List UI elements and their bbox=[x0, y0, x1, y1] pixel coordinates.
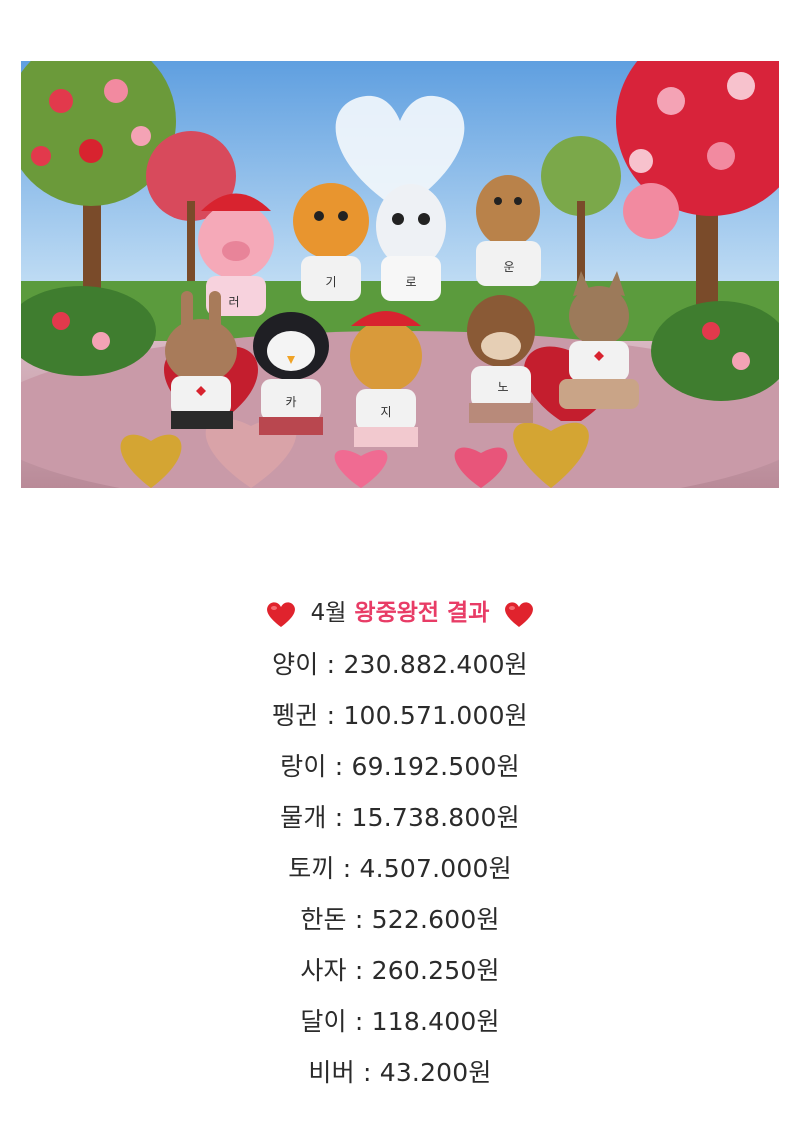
result-name: 비버 bbox=[308, 1058, 355, 1087]
result-amount: 69.192.500원 bbox=[351, 752, 520, 781]
results-section: 4월 왕중왕전 결과 양이 : 230.882.400원 펭귄 : 100.57… bbox=[0, 588, 800, 1098]
result-row: 달이 : 118.400원 bbox=[0, 996, 800, 1047]
result-amount: 522.600원 bbox=[371, 905, 500, 934]
hero-illustration: 기 로 운 러 카 지 노 bbox=[21, 61, 779, 488]
red-heart-icon bbox=[503, 599, 535, 629]
shirt-letter: 카 bbox=[285, 395, 296, 409]
results-title: 4월 왕중왕전 결과 bbox=[0, 588, 800, 639]
shirt-letter: 로 bbox=[405, 275, 416, 289]
result-row: 물개 : 15.738.800원 bbox=[0, 792, 800, 843]
shirt-letter: 러 bbox=[228, 295, 239, 309]
result-separator: : bbox=[354, 1058, 380, 1087]
title-month: 4월 bbox=[310, 600, 347, 626]
result-name: 토끼 bbox=[288, 854, 335, 883]
result-amount: 4.507.000원 bbox=[359, 854, 512, 883]
title-event: 왕중왕전 bbox=[354, 600, 440, 626]
result-name: 사자 bbox=[300, 956, 347, 985]
shirt-letter: 지 bbox=[380, 405, 391, 419]
result-name: 양이 bbox=[272, 650, 319, 679]
result-name: 펭귄 bbox=[272, 701, 319, 730]
result-amount: 260.250원 bbox=[371, 956, 500, 985]
valentine-animals-image: 기 로 운 러 카 지 노 bbox=[21, 61, 779, 488]
result-amount: 15.738.800원 bbox=[351, 803, 520, 832]
result-name: 랑이 bbox=[280, 752, 327, 781]
shirt-letter: 노 bbox=[497, 380, 508, 394]
result-name: 물개 bbox=[280, 803, 327, 832]
title-result: 결과 bbox=[447, 600, 490, 626]
result-row: 양이 : 230.882.400원 bbox=[0, 639, 800, 690]
shirt-letter: 기 bbox=[325, 275, 336, 289]
result-amount: 43.200원 bbox=[379, 1058, 492, 1087]
result-amount: 230.882.400원 bbox=[343, 650, 528, 679]
result-separator: : bbox=[346, 1007, 372, 1036]
result-separator: : bbox=[326, 752, 352, 781]
result-separator: : bbox=[318, 701, 344, 730]
result-separator: : bbox=[334, 854, 360, 883]
result-separator: : bbox=[346, 956, 372, 985]
red-heart-icon bbox=[265, 599, 297, 629]
result-row: 토끼 : 4.507.000원 bbox=[0, 843, 800, 894]
result-amount: 118.400원 bbox=[371, 1007, 500, 1036]
result-name: 한돈 bbox=[300, 905, 347, 934]
result-row: 랑이 : 69.192.500원 bbox=[0, 741, 800, 792]
result-row: 한돈 : 522.600원 bbox=[0, 894, 800, 945]
result-separator: : bbox=[318, 650, 344, 679]
shirt-letter: 운 bbox=[503, 260, 514, 274]
result-row: 비버 : 43.200원 bbox=[0, 1047, 800, 1098]
result-separator: : bbox=[346, 905, 372, 934]
result-amount: 100.571.000원 bbox=[343, 701, 528, 730]
result-row: 사자 : 260.250원 bbox=[0, 945, 800, 996]
result-name: 달이 bbox=[300, 1007, 347, 1036]
result-row: 펭귄 : 100.571.000원 bbox=[0, 690, 800, 741]
result-separator: : bbox=[326, 803, 352, 832]
